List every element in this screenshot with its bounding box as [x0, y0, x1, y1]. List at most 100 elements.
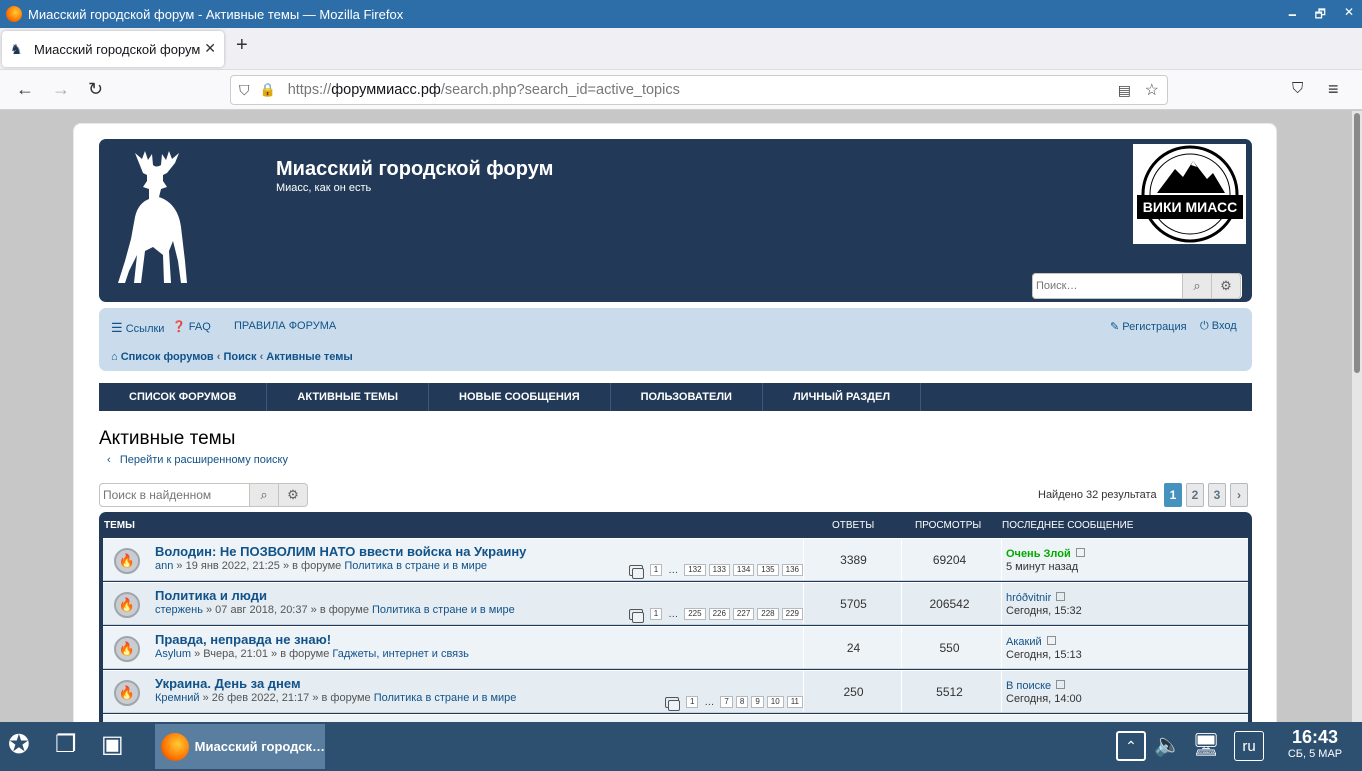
view-latest-icon[interactable]	[1075, 548, 1085, 558]
language-indicator[interactable]: ru	[1234, 731, 1264, 761]
back-icon[interactable]: ←	[16, 78, 34, 100]
browser-tab[interactable]: ♞ Миасский городской форум ✕	[2, 31, 224, 67]
topic-page-link[interactable]: 229	[781, 608, 803, 620]
topic-page-link[interactable]: 227	[732, 608, 755, 620]
next-page-icon[interactable]: ›	[1230, 483, 1248, 507]
breadcrumb-active[interactable]: Активные темы	[266, 351, 352, 363]
topic-page-link[interactable]: 132	[684, 564, 706, 576]
search-icon[interactable]: ⌕	[250, 483, 279, 507]
gear-icon[interactable]: ⚙	[279, 483, 308, 507]
header-search-input[interactable]	[1032, 273, 1183, 299]
topic-author[interactable]: Кремний	[155, 692, 200, 704]
topic-page-link[interactable]: 136	[781, 564, 803, 576]
topic-page-link[interactable]: 7	[720, 696, 733, 708]
menu-personal[interactable]: ЛИЧНЫЙ РАЗДЕЛ	[763, 383, 922, 411]
clock[interactable]: 16:43 СБ, 5 МАР	[1280, 727, 1350, 760]
pocket-icon[interactable]: ⛉	[1292, 78, 1303, 100]
topic-author[interactable]: ann	[155, 560, 173, 572]
url-bar[interactable]: ⛉ 🔒 https://форуммиасс.рф/search.php?sea…	[230, 75, 1168, 105]
topic-title[interactable]: Володин: Не ПОЗВОЛИМ НАТО ввести войска …	[155, 544, 526, 559]
close-icon[interactable]: ✕	[1344, 5, 1354, 26]
scrollbar-thumb[interactable]	[1354, 113, 1360, 373]
faq-link[interactable]: ❓ FAQ	[172, 320, 211, 333]
shield-icon[interactable]: ⛉	[239, 82, 250, 99]
topic-page-link[interactable]: 8	[735, 696, 749, 708]
start-menu-icon[interactable]: ✪	[8, 729, 30, 760]
lock-icon[interactable]: 🔒	[260, 82, 276, 98]
topic-page-link[interactable]: 135	[757, 564, 779, 576]
topic-page-link[interactable]: 225	[684, 608, 706, 620]
view-latest-icon[interactable]	[1056, 592, 1066, 602]
page-button[interactable]: 2	[1186, 483, 1204, 507]
menu-active-topics[interactable]: АКТИВНЫЕ ТЕМЫ	[267, 383, 430, 411]
advanced-search-link[interactable]: ‹ Перейти к расширенному поиску	[107, 454, 288, 466]
topic-page-link[interactable]: 9	[751, 696, 764, 708]
topic-page-link[interactable]: 226	[708, 608, 730, 620]
menu-new-posts[interactable]: НОВЫЕ СООБЩЕНИЯ	[429, 383, 611, 411]
scrollbar[interactable]	[1352, 111, 1362, 722]
col-views: ПРОСМОТРЫ	[915, 519, 982, 531]
new-tab-icon[interactable]: +	[236, 34, 248, 57]
faq-label: FAQ	[188, 321, 211, 333]
topic-author[interactable]: Asylum	[155, 648, 191, 660]
last-post-user[interactable]: Акакий	[1006, 636, 1042, 648]
topic-page-link[interactable]: 1	[649, 564, 663, 576]
results-search-input[interactable]	[99, 483, 250, 507]
topic-page-link[interactable]: 1	[685, 696, 699, 708]
links-menu[interactable]: ☰ Ссылки	[111, 320, 164, 336]
search-icon[interactable]: ⌕	[1183, 273, 1212, 299]
view-latest-icon[interactable]	[1056, 680, 1066, 690]
topic-title[interactable]: Украина. День за днем	[155, 676, 301, 691]
breadcrumb-search[interactable]: Поиск	[223, 351, 256, 363]
topic-title[interactable]: Правда, неправда не знаю!	[155, 632, 331, 647]
last-post-user[interactable]: hróðvitnir	[1006, 592, 1051, 604]
minimize-icon[interactable]: 🗕	[1288, 5, 1297, 26]
home-icon[interactable]: ⌂	[111, 351, 118, 363]
site-title[interactable]: Миасский городской форум	[276, 158, 553, 181]
topic-page-link[interactable]: 133	[708, 564, 730, 576]
last-post-user[interactable]: Очень Злой	[1006, 548, 1071, 560]
view-latest-icon[interactable]	[1046, 636, 1056, 646]
topic-page-link[interactable]: 228	[757, 608, 779, 620]
bookmark-star-icon[interactable]: ☆	[1145, 80, 1159, 100]
reload-icon[interactable]: ↻	[88, 78, 103, 100]
site-description: Миасс, как он есть	[276, 182, 372, 194]
topic-page-link[interactable]: 1	[649, 608, 663, 620]
topic-forum[interactable]: Гаджеты, интернет и связь	[332, 648, 469, 660]
windows-switcher-icon[interactable]: ❐	[55, 730, 77, 759]
login-link[interactable]: ⏻ Вход	[1200, 320, 1237, 333]
moose-logo-icon[interactable]	[109, 151, 209, 286]
tray-expand-icon[interactable]: ⌃	[1116, 731, 1146, 761]
last-post-user[interactable]: В поиске	[1006, 680, 1051, 692]
breadcrumb-forums[interactable]: Список форумов	[121, 351, 214, 363]
topic-page-link[interactable]: 11	[786, 696, 803, 708]
topic-page-link[interactable]: 134	[732, 564, 755, 576]
topic-author[interactable]: стержень	[155, 604, 203, 616]
topic-forum[interactable]: Политика в стране и в мире	[374, 692, 517, 704]
menu-hamburger-icon[interactable]: ≡	[1328, 78, 1339, 100]
menu-users[interactable]: ПОЛЬЗОВАТЕЛИ	[611, 383, 763, 411]
forward-icon[interactable]: →	[52, 78, 70, 100]
maximize-icon[interactable]: 🗗	[1315, 5, 1326, 26]
gear-icon[interactable]: ⚙	[1212, 273, 1241, 299]
tab-close-icon[interactable]: ✕	[204, 40, 216, 57]
page-button[interactable]: 1	[1164, 483, 1182, 507]
topic-date: » 07 авг 2018, 20:37 » в форуме	[202, 604, 373, 616]
volume-icon[interactable]: 🔈	[1154, 732, 1181, 758]
network-icon[interactable]: 🖥	[1192, 732, 1220, 758]
firefox-icon	[161, 732, 189, 761]
tab-label: Миасский городской форум	[34, 41, 201, 57]
taskbar-firefox-button[interactable]: Миасский городск…	[155, 724, 325, 769]
url-text[interactable]: https://форуммиасс.рф/search.php?search_…	[288, 82, 680, 98]
register-link[interactable]: ✎ Регистрация	[1110, 320, 1187, 333]
topic-forum[interactable]: Политика в стране и в мире	[344, 560, 487, 572]
menu-forums[interactable]: СПИСОК ФОРУМОВ	[99, 383, 268, 411]
file-manager-icon[interactable]: ▣	[101, 730, 124, 759]
topic-page-link[interactable]: 10	[766, 696, 784, 708]
topic-forum[interactable]: Политика в стране и в мире	[372, 604, 515, 616]
topic-title[interactable]: Политика и люди	[155, 588, 267, 603]
page-button[interactable]: 3	[1208, 483, 1226, 507]
reader-view-icon[interactable]: ▤	[1118, 82, 1131, 99]
wiki-miass-logo[interactable]: ВИКИ МИАСС	[1133, 144, 1246, 244]
rules-link[interactable]: ПРАВИЛА ФОРУМА	[234, 320, 336, 332]
